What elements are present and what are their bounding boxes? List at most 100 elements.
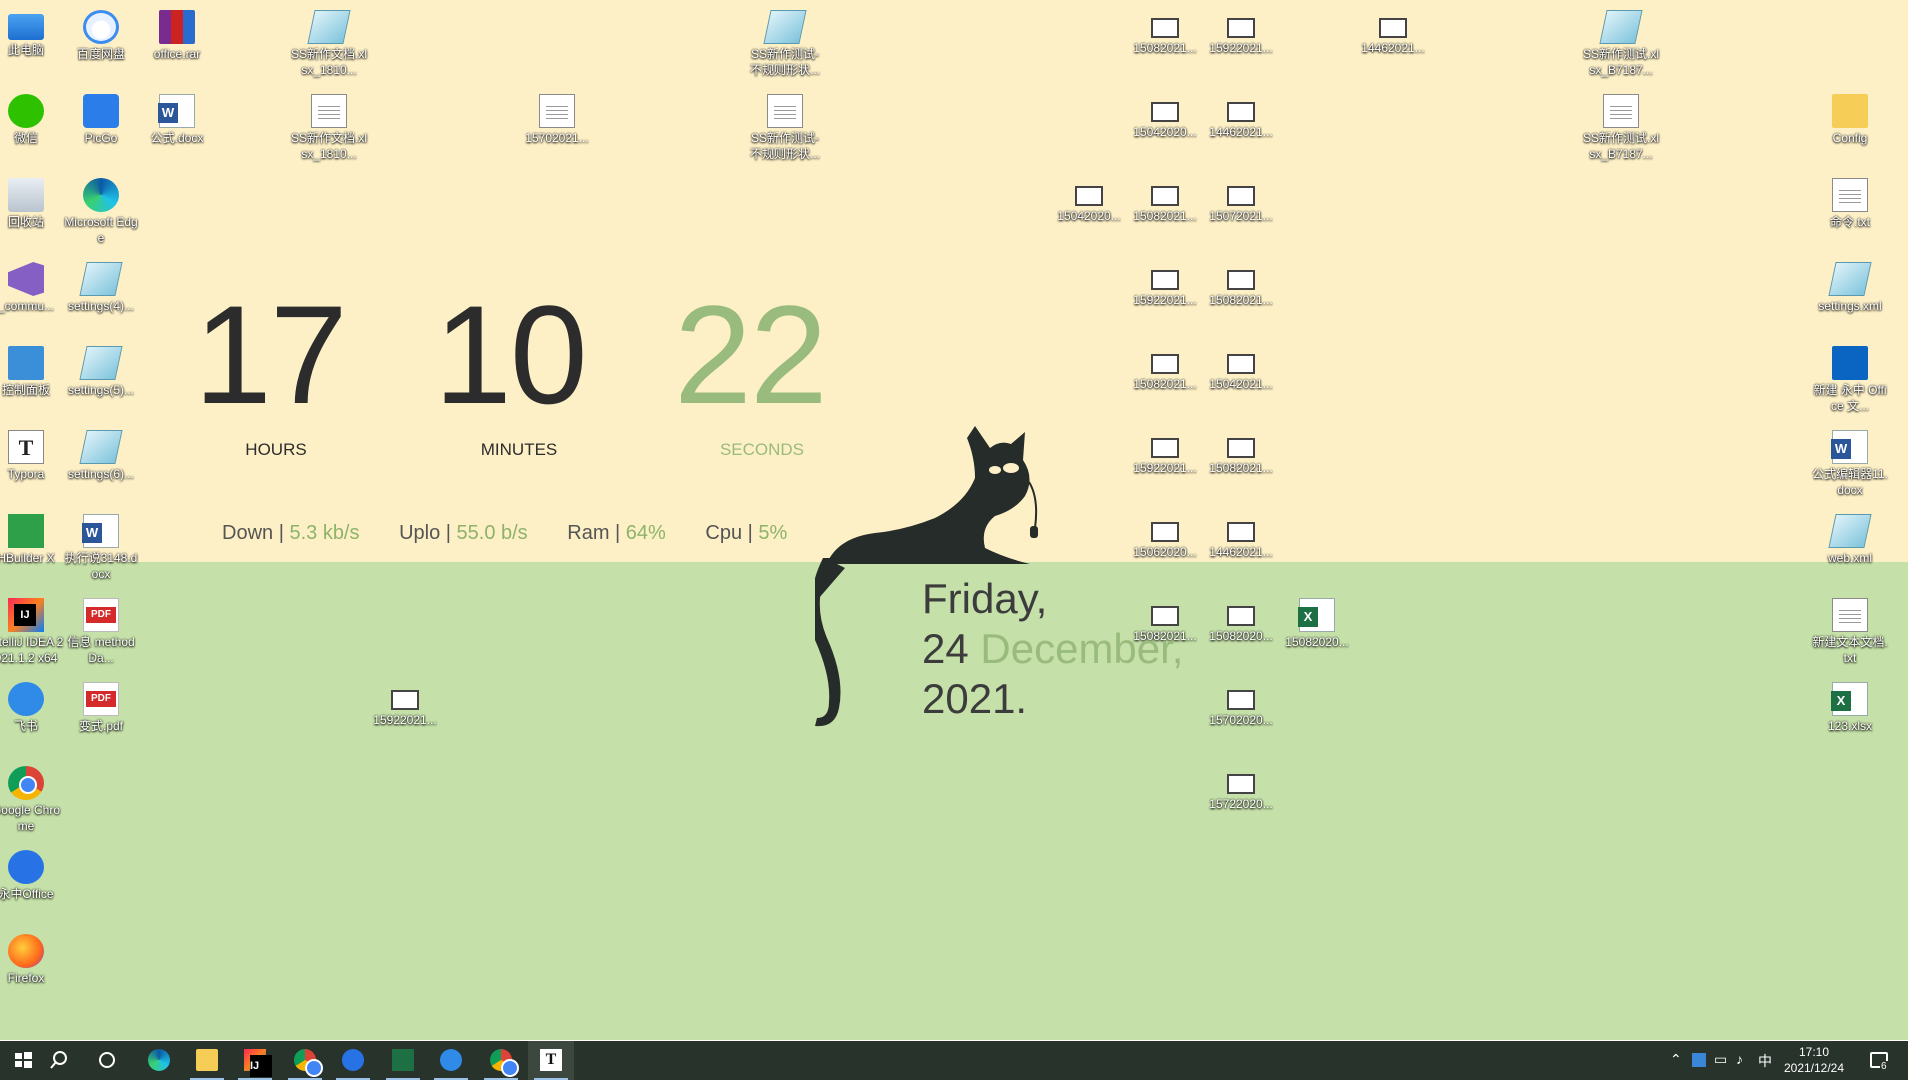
- notification-button[interactable]: 6: [1860, 1041, 1904, 1080]
- desktop-icon[interactable]: SS新作测试-不规则形状...: [747, 90, 823, 162]
- chevron-up-icon[interactable]: ⌃: [1670, 1051, 1682, 1068]
- desktop-icon[interactable]: SS新作测试.xlsx_B7187...: [1583, 90, 1659, 162]
- desktop-icon[interactable]: 新建 永中 Office 文...: [1812, 342, 1888, 414]
- desktop-icon[interactable]: settings.xml: [1812, 258, 1888, 314]
- desktop-icon[interactable]: 百度网盘: [63, 6, 139, 62]
- network-icon[interactable]: ▭: [1714, 1051, 1727, 1068]
- taskbar-typora[interactable]: T: [528, 1041, 574, 1080]
- taskbar-chrome-2[interactable]: [478, 1041, 524, 1080]
- desktop-icon[interactable]: Microsoft Edge: [63, 174, 139, 246]
- taskbar-wps[interactable]: [330, 1041, 376, 1080]
- video-file-icon: [1227, 186, 1255, 206]
- desktop-icon[interactable]: 15082020...: [1279, 594, 1355, 650]
- desktop-icon[interactable]: IntelliJ IDEA 2021.1.2 x64: [0, 594, 64, 666]
- desktop-icon[interactable]: 15082021...: [1127, 174, 1203, 224]
- desktop-icon[interactable]: 变式.pdf: [63, 678, 139, 734]
- desktop-icon-label: 变式.pdf: [78, 719, 124, 733]
- desktop-icon[interactable]: 15042021...: [1203, 342, 1279, 392]
- desktop-icon[interactable]: 15922021...: [367, 678, 443, 728]
- desktop-icon[interactable]: SS新作测试.xlsx_B7187...: [1583, 6, 1659, 78]
- desktop-icon-label: 百度网盘: [76, 47, 125, 61]
- file-explorer-icon: [196, 1049, 218, 1071]
- desktop-icon[interactable]: 15082020...: [1203, 594, 1279, 644]
- desktop-icon[interactable]: 15062020...: [1127, 510, 1203, 560]
- desktop-icon[interactable]: 15702020...: [1203, 678, 1279, 728]
- video-file-icon: [1151, 522, 1179, 542]
- desktop-icon[interactable]: settings(6)...: [63, 426, 139, 482]
- volume-icon[interactable]: ♪: [1736, 1051, 1743, 1067]
- ini-file-icon: [79, 430, 123, 464]
- desktop-icon[interactable]: 控制面板: [0, 342, 64, 398]
- desktop-icon[interactable]: 15082021...: [1203, 258, 1279, 308]
- desktop-icon-label: SS新作测试-不规则形状...: [749, 47, 820, 77]
- desktop-icon[interactable]: SS新作文档.xlsx_1810...: [291, 6, 367, 78]
- taskbar-feishu[interactable]: [428, 1041, 474, 1080]
- desktop-icon[interactable]: SS新作测试-不规则形状...: [747, 6, 823, 78]
- desktop-icon[interactable]: 123.xlsx: [1812, 678, 1888, 734]
- desktop-icon[interactable]: settings(5)...: [63, 342, 139, 398]
- desktop-icon[interactable]: settings(4)...: [63, 258, 139, 314]
- desktop-icon[interactable]: 15922021...: [1127, 258, 1203, 308]
- taskbar-file-explorer[interactable]: [184, 1041, 230, 1080]
- desktop-icon[interactable]: Typora: [0, 426, 64, 482]
- desktop-icon-label: 此电脑: [7, 43, 44, 57]
- desktop-icon[interactable]: 永中Office: [0, 846, 64, 902]
- desktop-icon-label: 15082020...: [1209, 629, 1273, 643]
- desktop-icon[interactable]: office.rar: [139, 6, 215, 62]
- desktop-icon[interactable]: 公式编辑器11.docx: [1812, 426, 1888, 498]
- taskbar-intellij[interactable]: [232, 1041, 278, 1080]
- clock-seconds-label: SECONDS: [719, 440, 805, 459]
- desktop-icon[interactable]: 回收站: [0, 174, 64, 230]
- desktop-icon[interactable]: 15082021...: [1203, 426, 1279, 476]
- desktop-icon[interactable]: 执行说3148.docx: [63, 510, 139, 582]
- desktop-icon-label: settings.xml: [1818, 299, 1882, 313]
- desktop-icon[interactable]: 新建文本文档.txt: [1812, 594, 1888, 666]
- computer-icon: [8, 14, 44, 40]
- desktop-icon[interactable]: 14462021...: [1355, 6, 1431, 56]
- app-tray-icon[interactable]: [1692, 1053, 1706, 1067]
- ime-indicator[interactable]: 中: [1758, 1051, 1772, 1071]
- desktop-icon[interactable]: _commu...: [0, 258, 64, 314]
- desktop-icon[interactable]: 15922021...: [1127, 426, 1203, 476]
- desktop-icon-label: Firefox: [7, 971, 45, 985]
- desktop-icon[interactable]: Firefox: [0, 930, 64, 986]
- desktop-icon[interactable]: PicGo: [63, 90, 139, 146]
- desktop-icon[interactable]: 14462021...: [1203, 510, 1279, 560]
- desktop-icon[interactable]: 信息 methodDa...: [63, 594, 139, 666]
- tray-clock[interactable]: 17:10 2021/12/24: [1782, 1044, 1846, 1076]
- video-file-icon: [1227, 438, 1255, 458]
- desktop-icon-label: Microsoft Edge: [64, 215, 138, 245]
- taskbar: T ⌃ ▭ ♪ 中 17:10 2021/12/24 6: [0, 1041, 1908, 1080]
- desktop-icon-label: 14462021...: [1209, 545, 1273, 559]
- desktop-icon[interactable]: 15702021...: [519, 90, 595, 146]
- taskbar-excel[interactable]: [380, 1041, 426, 1080]
- desktop-icon[interactable]: 微信: [0, 90, 64, 146]
- desktop-icon[interactable]: 14462021...: [1203, 90, 1279, 140]
- desktop-icon[interactable]: HBuilder X: [0, 510, 64, 566]
- search-button[interactable]: [36, 1041, 82, 1080]
- desktop-icon[interactable]: web.xml: [1812, 510, 1888, 566]
- desktop-icon[interactable]: 飞书: [0, 678, 64, 734]
- desktop-icon[interactable]: SS新作文档.xlsx_1810...: [291, 90, 367, 162]
- desktop-icon-label: 15922021...: [1133, 293, 1197, 307]
- search-icon: [50, 1051, 67, 1069]
- picgo-icon: [83, 94, 119, 128]
- desktop-icon[interactable]: 命令.txt: [1812, 174, 1888, 230]
- desktop-icon[interactable]: 15082021...: [1127, 342, 1203, 392]
- desktop-icon[interactable]: 此电脑: [0, 6, 64, 58]
- edge-icon: [83, 178, 119, 212]
- desktop-icon[interactable]: 15922021...: [1203, 6, 1279, 56]
- desktop-icon[interactable]: 15722020...: [1203, 762, 1279, 812]
- desktop-icon[interactable]: 15042020...: [1127, 90, 1203, 140]
- desktop-icon[interactable]: 公式.docx: [139, 90, 215, 146]
- feishu-icon: [8, 682, 44, 716]
- desktop-icon[interactable]: Google Chrome: [0, 762, 64, 834]
- desktop-icon[interactable]: 15042020...: [1051, 174, 1127, 224]
- taskbar-chrome[interactable]: [282, 1041, 328, 1080]
- desktop-icon[interactable]: Config: [1812, 90, 1888, 146]
- typora-icon: [8, 430, 44, 464]
- cortana-button[interactable]: [84, 1041, 130, 1080]
- desktop-icon[interactable]: 15072021...: [1203, 174, 1279, 224]
- taskbar-edge[interactable]: [136, 1041, 182, 1080]
- desktop-icon[interactable]: 15082021...: [1127, 6, 1203, 56]
